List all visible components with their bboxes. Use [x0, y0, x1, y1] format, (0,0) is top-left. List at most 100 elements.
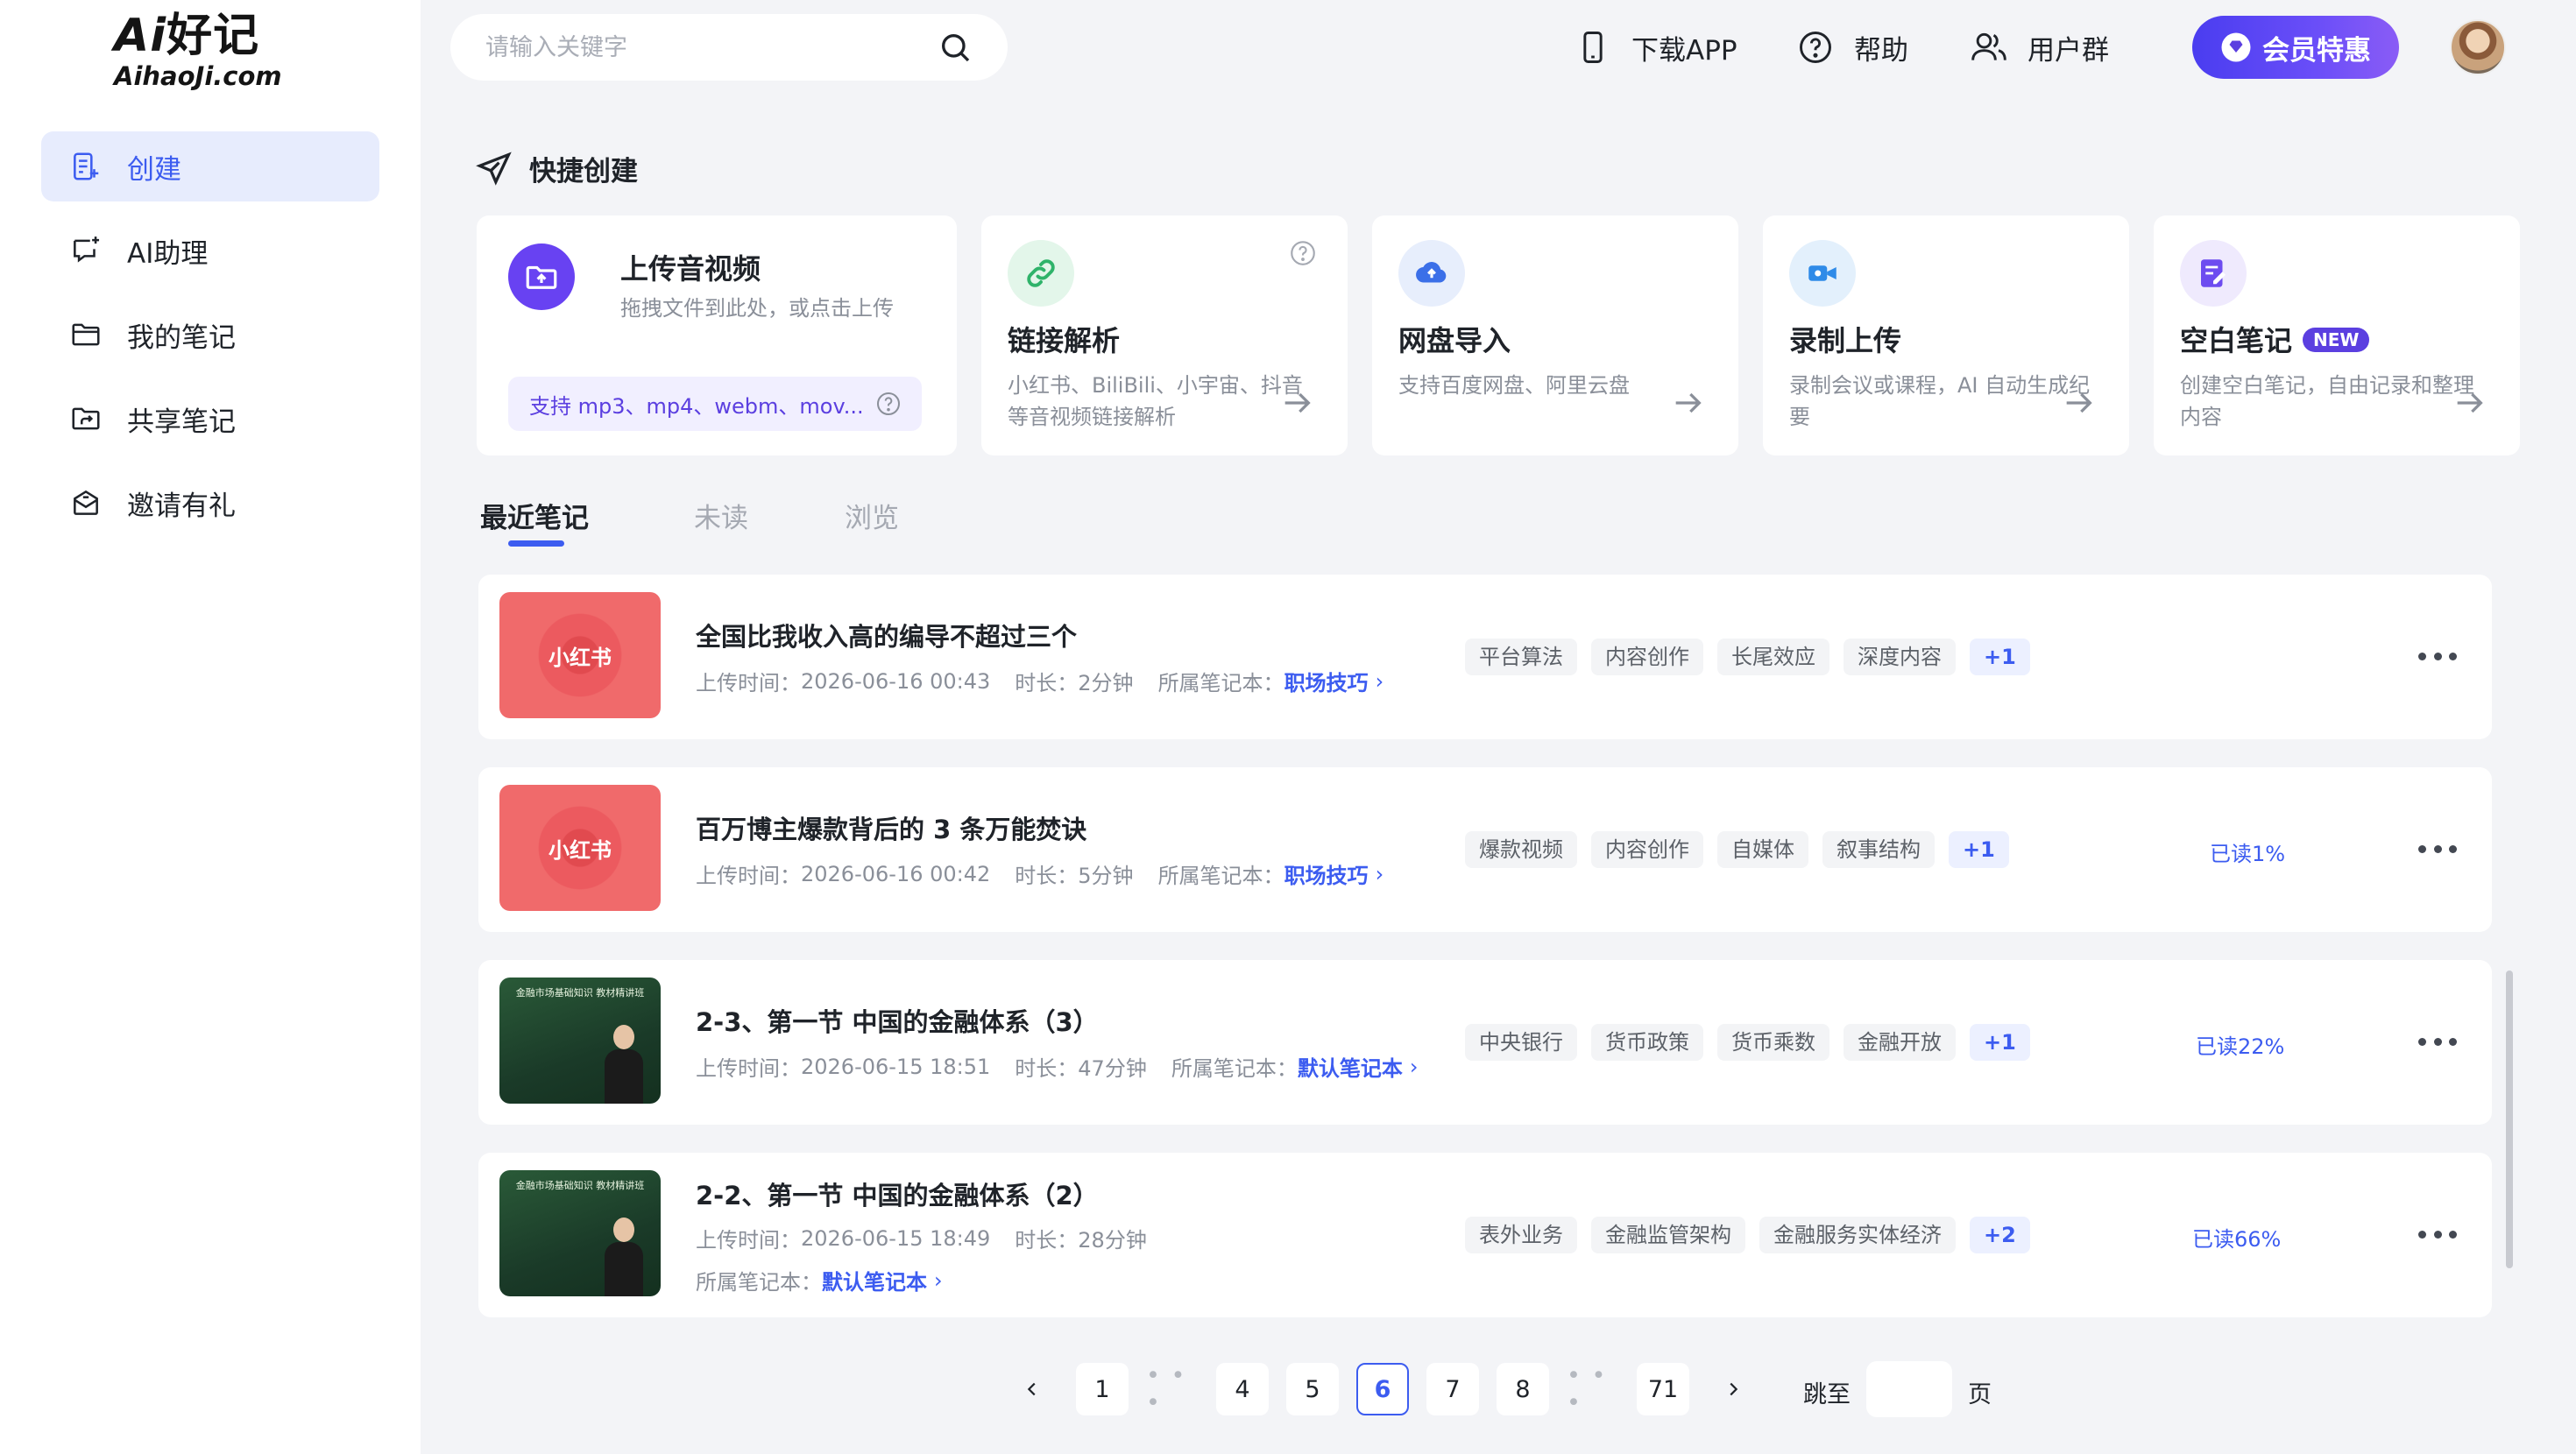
page-button[interactable]: 7: [1426, 1363, 1479, 1415]
vip-offer-button[interactable]: 会员特惠: [2192, 16, 2399, 79]
users-icon: [1971, 32, 2006, 60]
help-icon[interactable]: [874, 390, 902, 418]
note-meta: 上传时间： 2026-06-15 18:49 时长： 28分钟: [696, 1223, 1147, 1253]
page-button[interactable]: 1: [1076, 1363, 1129, 1415]
upload-time-label: 上传时间：: [696, 671, 801, 695]
help-label: 帮助: [1854, 34, 1908, 67]
card-title: 网盘导入: [1398, 324, 1511, 357]
tag[interactable]: 表外业务: [1465, 1217, 1577, 1253]
tag[interactable]: 叙事结构: [1822, 831, 1935, 868]
notebook-link[interactable]: 职场技巧: [1284, 666, 1369, 696]
page-unit-label: 页: [1968, 1381, 1992, 1408]
sidebar-item-label: 我的笔记: [127, 321, 236, 354]
cloud-import-card[interactable]: 网盘导入 支持百度网盘、阿里云盘: [1372, 215, 1738, 455]
new-badge: NEW: [2303, 328, 2370, 352]
more-tags[interactable]: +2: [1970, 1217, 2030, 1253]
page-button[interactable]: 4: [1216, 1363, 1269, 1415]
send-icon: [476, 151, 512, 186]
tag[interactable]: 内容创作: [1591, 831, 1703, 868]
note-card[interactable]: 金融市场基础知识 教材精讲班 2-3、第一节 中国的金融体系（3） 上传时间： 2…: [478, 960, 2492, 1125]
page-button[interactable]: 71: [1637, 1363, 1689, 1415]
prev-page-button[interactable]: [1006, 1363, 1058, 1415]
scrollbar-thumb[interactable]: [2506, 971, 2513, 1268]
search-input[interactable]: [485, 33, 938, 61]
notebook-link[interactable]: 默认笔记本: [1298, 1051, 1403, 1082]
notebook-link[interactable]: 职场技巧: [1284, 858, 1369, 889]
tag[interactable]: 爆款视频: [1465, 831, 1577, 868]
tag[interactable]: 长尾效应: [1717, 639, 1829, 675]
blank-note-card[interactable]: 空白笔记 NEW 创建空白笔记，自由记录和整理内容: [2154, 215, 2520, 455]
diamond-icon: [2221, 32, 2251, 62]
more-tags[interactable]: +1: [1970, 1024, 2030, 1061]
more-options-icon[interactable]: [2418, 845, 2457, 856]
sidebar-item-create[interactable]: 创建: [41, 131, 379, 201]
more-options-icon[interactable]: [2418, 653, 2457, 663]
page-ellipsis[interactable]: • • •: [1567, 1362, 1619, 1416]
tag[interactable]: 中央银行: [1465, 1024, 1577, 1061]
link-icon: [1008, 240, 1074, 307]
jump-page-input[interactable]: [1866, 1361, 1952, 1417]
download-app-button[interactable]: 下载APP: [1574, 23, 1737, 72]
more-options-icon[interactable]: [2418, 1231, 2457, 1241]
tag[interactable]: 货币乘数: [1717, 1024, 1829, 1061]
ai-chat-icon: [69, 234, 103, 267]
edit-note-icon: [2180, 240, 2247, 307]
logo-title-text: 好记: [166, 10, 260, 62]
tag[interactable]: 金融服务实体经济: [1759, 1217, 1956, 1253]
note-card[interactable]: 小红书 百万博主爆款背后的 3 条万能焚诀 上传时间： 2026-06-16 00…: [478, 767, 2492, 932]
tag[interactable]: 深度内容: [1844, 639, 1956, 675]
upload-time: 2026-06-16 00:42: [801, 861, 991, 886]
duration-label: 时长：: [1015, 1228, 1079, 1253]
note-tags: 平台算法 内容创作 长尾效应 深度内容 +1: [1465, 639, 2030, 675]
logo[interactable]: Ai好记 AihaoJi.com: [114, 9, 289, 89]
tag[interactable]: 金融开放: [1844, 1024, 1956, 1061]
note-title[interactable]: 百万博主爆款背后的 3 条万能焚诀: [696, 809, 1086, 846]
page-button[interactable]: 5: [1286, 1363, 1339, 1415]
tab-recent-notes[interactable]: 最近笔记: [480, 496, 589, 535]
tab-unread[interactable]: 未读: [694, 496, 748, 535]
more-tags[interactable]: +1: [1949, 831, 2009, 868]
more-options-icon[interactable]: [2418, 1038, 2457, 1048]
quick-create-title: 快捷创建: [529, 156, 638, 187]
help-button[interactable]: 帮助: [1796, 23, 1908, 72]
card-title-text: 空白笔记: [2180, 324, 2293, 357]
invite-mail-icon: [69, 486, 103, 519]
duration-label: 时长：: [1015, 1056, 1079, 1081]
page-button[interactable]: 8: [1497, 1363, 1549, 1415]
upload-time: 2026-06-16 00:43: [801, 668, 991, 694]
note-card[interactable]: 小红书 全国比我收入高的编导不超过三个 上传时间： 2026-06-16 00:4…: [478, 575, 2492, 739]
page-button-current[interactable]: 6: [1356, 1363, 1409, 1415]
note-card[interactable]: 金融市场基础知识 教材精讲班 2-2、第一节 中国的金融体系（2） 上传时间： 2…: [478, 1153, 2492, 1317]
notebook-link[interactable]: 默认笔记本: [822, 1265, 927, 1295]
tab-browse[interactable]: 浏览: [845, 496, 899, 535]
next-page-button[interactable]: [1707, 1363, 1759, 1415]
note-thumbnail: 金融市场基础知识 教材精讲班: [499, 1170, 661, 1296]
tag[interactable]: 平台算法: [1465, 639, 1577, 675]
record-upload-card[interactable]: 录制上传 录制会议或课程，AI 自动生成纪要: [1763, 215, 2129, 455]
note-title[interactable]: 全国比我收入高的编导不超过三个: [696, 617, 1077, 653]
more-tags[interactable]: +1: [1970, 639, 2030, 675]
note-title[interactable]: 2-2、第一节 中国的金融体系（2）: [696, 1175, 1099, 1212]
tag[interactable]: 内容创作: [1591, 639, 1703, 675]
link-parse-card[interactable]: 链接解析 小红书、BiliBili、小宇宙、抖音等音视频链接解析: [981, 215, 1348, 455]
arrow-right-icon: [1284, 392, 1311, 413]
arrow-right-icon: [2457, 392, 2483, 413]
upload-media-card[interactable]: 上传音视频 拖拽文件到此处，或点击上传 支持 mp3、mp4、webm、mov.…: [477, 215, 957, 455]
search-icon[interactable]: [938, 30, 973, 65]
user-group-button[interactable]: 用户群: [1970, 23, 2109, 72]
tag[interactable]: 货币政策: [1591, 1024, 1703, 1061]
upload-time-label: 上传时间：: [696, 1228, 801, 1253]
sidebar-item-my-notes[interactable]: 我的笔记: [41, 300, 379, 370]
help-icon[interactable]: [1288, 238, 1318, 268]
page-ellipsis[interactable]: • • •: [1146, 1362, 1199, 1416]
tag[interactable]: 自媒体: [1717, 831, 1808, 868]
vip-offer-label: 会员特惠: [2262, 34, 2371, 67]
sidebar-item-ai-assistant[interactable]: AI助理: [41, 215, 379, 286]
folder-icon: [69, 318, 103, 351]
note-title[interactable]: 2-3、第一节 中国的金融体系（3）: [696, 1002, 1099, 1039]
tag[interactable]: 金融监管架构: [1591, 1217, 1745, 1253]
sidebar-item-shared-notes[interactable]: 共享笔记: [41, 384, 379, 454]
formats-text: 支持 mp3、mp4、webm、mov...: [529, 393, 864, 419]
avatar[interactable]: [2450, 19, 2506, 75]
sidebar-item-invite[interactable]: 邀请有礼: [41, 468, 379, 538]
